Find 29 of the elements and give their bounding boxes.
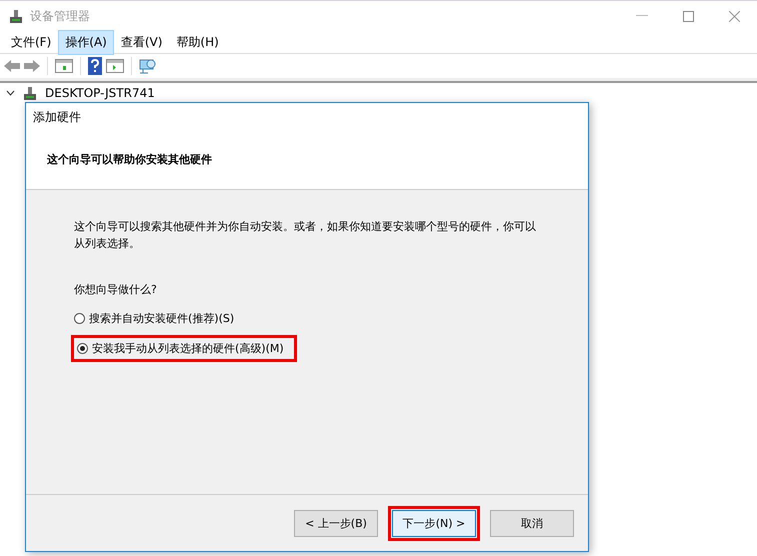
menu-item[interactable]: 查看(V) (114, 30, 170, 54)
question-text: 你想向导做什么? (74, 282, 158, 297)
menu-item[interactable]: 文件(F) (4, 30, 58, 54)
intro-text: 这个向导可以搜索其他硬件并为你自动安装。或者，如果你知道要安装哪个型号的硬件，你可以从列表选择。 (74, 219, 537, 252)
wizard-button[interactable]: < 上一步(B) (294, 510, 378, 536)
expand-chevron-icon[interactable] (6, 90, 15, 96)
properties-icon[interactable] (55, 58, 73, 74)
wizard-button[interactable]: 取消 (490, 510, 574, 536)
close-button[interactable] (728, 10, 740, 22)
wizard-button[interactable]: 下一步(N) > (392, 510, 476, 536)
tree-item[interactable]: DESKTOP-JSTR741 (45, 86, 155, 100)
update-driver-icon[interactable] (106, 58, 124, 74)
forward-icon[interactable] (24, 59, 40, 73)
help-icon[interactable] (88, 57, 102, 75)
dialog-title: 添加硬件 (26, 103, 588, 129)
scan-hardware-icon[interactable] (139, 57, 157, 75)
back-icon[interactable] (4, 59, 20, 73)
radio-label[interactable]: 安装我手动从列表选择的硬件(高级)(M) (92, 341, 284, 356)
wizard-heading: 这个向导可以帮助你安装其他硬件 (47, 152, 212, 166)
menu-item[interactable]: 帮助(H) (169, 30, 226, 54)
menu-item[interactable]: 操作(A) (58, 30, 114, 54)
radio-label[interactable]: 搜索并自动安装硬件(推荐)(S) (89, 311, 234, 326)
radio-button[interactable] (77, 343, 88, 354)
minimize-button[interactable] (636, 15, 648, 17)
device-manager-icon (8, 8, 24, 24)
window-title: 设备管理器 (30, 8, 90, 24)
radio-button[interactable] (74, 313, 85, 324)
maximize-button[interactable] (682, 10, 694, 22)
computer-icon (23, 86, 37, 100)
